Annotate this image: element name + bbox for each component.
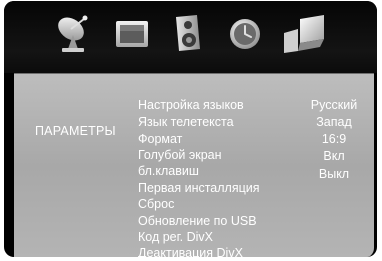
picture-icon[interactable]: [111, 9, 153, 57]
menu-item-language[interactable]: Настройка языков: [138, 98, 244, 112]
value-teletext-language: Запад: [316, 115, 352, 129]
section-title: ПАРАМЕТРЫ: [35, 124, 116, 138]
menu-item-divx-deactivation[interactable]: Деактивация DivX: [138, 246, 243, 257]
menu-item-blue-screen[interactable]: Голубой экран: [138, 148, 222, 162]
menu-item-usb-update[interactable]: Обновление по USB: [138, 214, 257, 228]
menu-icon-bar: [4, 1, 377, 73]
parameters-icon[interactable]: [280, 9, 330, 57]
clock-icon[interactable]: [224, 9, 266, 57]
menu-item-format[interactable]: Формат: [138, 132, 182, 146]
menu-item-reset[interactable]: Сброс: [138, 197, 174, 211]
settings-menu-panel: ПАРАМЕТРЫ Настройка языков Язык телетекс…: [14, 73, 374, 257]
value-format: 16:9: [321, 132, 347, 146]
value-key-lock: Выкл: [318, 167, 350, 181]
speaker-icon[interactable]: [167, 9, 209, 57]
menu-item-first-installation[interactable]: Первая инсталляция: [138, 181, 260, 195]
value-language: Русский: [310, 98, 358, 112]
value-blue-screen: Вкл: [323, 149, 345, 163]
satellite-dish-icon[interactable]: [54, 9, 96, 57]
menu-item-teletext-language[interactable]: Язык телетекста: [138, 115, 234, 129]
osd-frame: ПАРАМЕТРЫ Настройка языков Язык телетекс…: [4, 1, 377, 257]
menu-item-divx-registration[interactable]: Код рег. DivX: [138, 230, 213, 244]
menu-item-key-lock[interactable]: бл.клавиш: [138, 164, 199, 178]
